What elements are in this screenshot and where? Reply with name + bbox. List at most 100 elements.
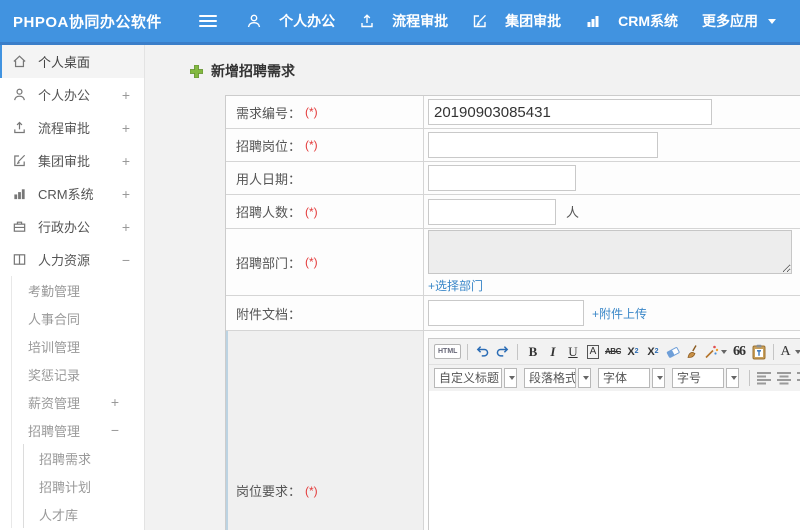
field-label: 附件文档： bbox=[236, 306, 302, 322]
caret-down-icon[interactable] bbox=[726, 368, 739, 388]
sidebar-item-personal-office[interactable]: 个人办公 + bbox=[0, 78, 144, 111]
highlight-wand-button[interactable] bbox=[704, 342, 728, 362]
subscript-button[interactable]: X2 bbox=[644, 342, 661, 362]
sidebar-item-recruit-request[interactable]: 招聘需求 bbox=[24, 444, 144, 472]
sidebar-label: 人才库 bbox=[39, 507, 79, 523]
workflow-icon bbox=[12, 120, 29, 135]
sidebar-item-attendance[interactable]: 考勤管理 bbox=[12, 276, 144, 304]
form-row: 招聘人数： (*) 人 bbox=[226, 195, 800, 229]
nav-label: 更多应用 bbox=[702, 13, 758, 29]
job-position-input[interactable] bbox=[428, 132, 658, 158]
sidebar-item-recruitment[interactable]: 招聘管理 − bbox=[12, 416, 144, 444]
sidebar-label: 人事合同 bbox=[28, 311, 81, 327]
format-brush-button[interactable] bbox=[684, 342, 701, 362]
field-label: 招聘部门： bbox=[236, 255, 302, 271]
sidebar-label: 培训管理 bbox=[28, 339, 81, 355]
expand-toggle[interactable]: − bbox=[111, 422, 119, 438]
eraser-button[interactable] bbox=[664, 342, 681, 362]
sidebar-label: 考勤管理 bbox=[28, 283, 81, 299]
select-department-link[interactable]: +选择部门 bbox=[428, 277, 483, 294]
align-right-button[interactable] bbox=[796, 368, 800, 388]
field-label: 招聘人数： bbox=[236, 205, 302, 220]
sidebar-label: CRM系统 bbox=[38, 187, 94, 202]
sidebar-label: 薪资管理 bbox=[28, 395, 81, 411]
nav-item-crm[interactable]: CRM系统 bbox=[585, 11, 678, 31]
sidebar-item-training[interactable]: 培训管理 bbox=[12, 332, 144, 360]
caret-down-icon bbox=[721, 349, 728, 354]
top-navbar: PHPOA协同办公软件 个人办公 流程审批 集团审批 CRM系统 更多应用 bbox=[0, 0, 800, 45]
autotypeset-button[interactable]: A bbox=[586, 344, 600, 359]
nav-item-group-approval[interactable]: 集团审批 bbox=[472, 11, 561, 31]
sidebar-item-personal-desktop[interactable]: 个人桌面 bbox=[0, 45, 144, 78]
sidebar-item-group-approval[interactable]: 集团审批 + bbox=[0, 144, 144, 177]
align-left-button[interactable] bbox=[756, 368, 773, 388]
expand-toggle[interactable]: + bbox=[122, 153, 130, 169]
caret-down-icon[interactable] bbox=[652, 368, 665, 388]
nav-item-more-apps[interactable]: 更多应用 bbox=[702, 11, 776, 31]
richtext-editor: HTML B I U A ABC X2 X2 66 A 自定义标题 段落格式 字… bbox=[428, 338, 800, 530]
form-row: 附件文档： +附件上传 bbox=[226, 296, 800, 331]
nav-item-workflow-approval[interactable]: 流程审批 bbox=[359, 11, 448, 31]
sidebar-label: 人力资源 bbox=[38, 253, 91, 268]
attachment-input[interactable] bbox=[428, 300, 584, 326]
sidebar-item-crm[interactable]: CRM系统 + bbox=[0, 177, 144, 210]
department-textarea[interactable] bbox=[428, 230, 792, 274]
nav-label: CRM系统 bbox=[618, 13, 678, 29]
custom-title-select[interactable]: 自定义标题 bbox=[434, 368, 517, 388]
editor-body[interactable] bbox=[429, 391, 800, 530]
sidebar-item-hr[interactable]: 人力资源 − bbox=[0, 243, 144, 276]
recruit-request-form: 需求编号：(*) 招聘岗位：(*) 用人日期： 招聘人数：(*) 人 招聘部门：… bbox=[225, 95, 800, 530]
align-center-button[interactable] bbox=[776, 368, 793, 388]
bold-button[interactable]: B bbox=[524, 342, 541, 362]
superscript-button[interactable]: X2 bbox=[624, 342, 641, 362]
italic-button[interactable]: I bbox=[544, 342, 561, 362]
sidebar-item-recruit-plan[interactable]: 招聘计划 bbox=[24, 472, 144, 500]
book-icon bbox=[12, 252, 29, 267]
blockquote-button[interactable]: 66 bbox=[730, 342, 747, 362]
add-icon bbox=[190, 64, 203, 78]
required-marker: (*) bbox=[305, 255, 318, 269]
request-number-input[interactable] bbox=[428, 99, 712, 125]
editor-toolbar-bottom: 自定义标题 段落格式 字体 字号 bbox=[429, 365, 800, 391]
home-icon bbox=[12, 54, 29, 69]
sidebar-item-admin-office[interactable]: 行政办公 + bbox=[0, 210, 144, 243]
expand-toggle[interactable]: − bbox=[122, 252, 130, 268]
redo-button[interactable] bbox=[494, 342, 511, 362]
headcount-input[interactable] bbox=[428, 198, 556, 225]
expand-toggle[interactable]: + bbox=[122, 186, 130, 202]
font-size-select[interactable]: 字号 bbox=[672, 368, 739, 388]
sidebar-item-salary[interactable]: 薪资管理 + bbox=[12, 388, 144, 416]
expand-toggle[interactable]: + bbox=[111, 394, 119, 410]
paste-text-button[interactable] bbox=[750, 342, 767, 362]
app-logo: PHPOA协同办公软件 bbox=[13, 13, 162, 31]
sidebar-label: 招聘管理 bbox=[28, 423, 81, 439]
html-source-button[interactable]: HTML bbox=[434, 344, 462, 359]
sidebar-item-workflow-approval[interactable]: 流程审批 + bbox=[0, 111, 144, 144]
expand-toggle[interactable]: + bbox=[122, 219, 130, 235]
sidebar-item-hr-contract[interactable]: 人事合同 bbox=[12, 304, 144, 332]
edit-square-icon bbox=[12, 153, 29, 168]
sidebar-item-rewards[interactable]: 奖惩记录 bbox=[12, 360, 144, 388]
hire-date-input[interactable] bbox=[428, 165, 576, 191]
caret-down-icon[interactable] bbox=[578, 368, 591, 388]
caret-down-icon[interactable] bbox=[504, 368, 517, 388]
workflow-icon bbox=[359, 13, 376, 29]
expand-toggle[interactable]: + bbox=[122, 87, 130, 103]
form-row: 用人日期： bbox=[226, 162, 800, 195]
font-color-button[interactable]: A bbox=[780, 342, 800, 362]
sidebar-label: 集团审批 bbox=[38, 154, 91, 169]
strikethrough-button[interactable]: ABC bbox=[604, 342, 621, 362]
menu-toggle-icon[interactable] bbox=[198, 12, 219, 30]
expand-toggle[interactable]: + bbox=[122, 120, 130, 136]
paragraph-format-select[interactable]: 段落格式 bbox=[524, 368, 591, 388]
nav-item-personal-office[interactable]: 个人办公 bbox=[246, 11, 335, 31]
sidebar-item-talent-pool[interactable]: 人才库 bbox=[24, 500, 144, 528]
sidebar-label: 行政办公 bbox=[38, 220, 91, 235]
upload-attachment-link[interactable]: +附件上传 bbox=[592, 305, 647, 322]
underline-button[interactable]: U bbox=[564, 342, 581, 362]
undo-button[interactable] bbox=[474, 342, 491, 362]
user-icon bbox=[246, 13, 263, 29]
page-title: 新增招聘需求 bbox=[190, 61, 295, 81]
field-label: 用人日期： bbox=[236, 171, 302, 187]
font-family-select[interactable]: 字体 bbox=[598, 368, 665, 388]
